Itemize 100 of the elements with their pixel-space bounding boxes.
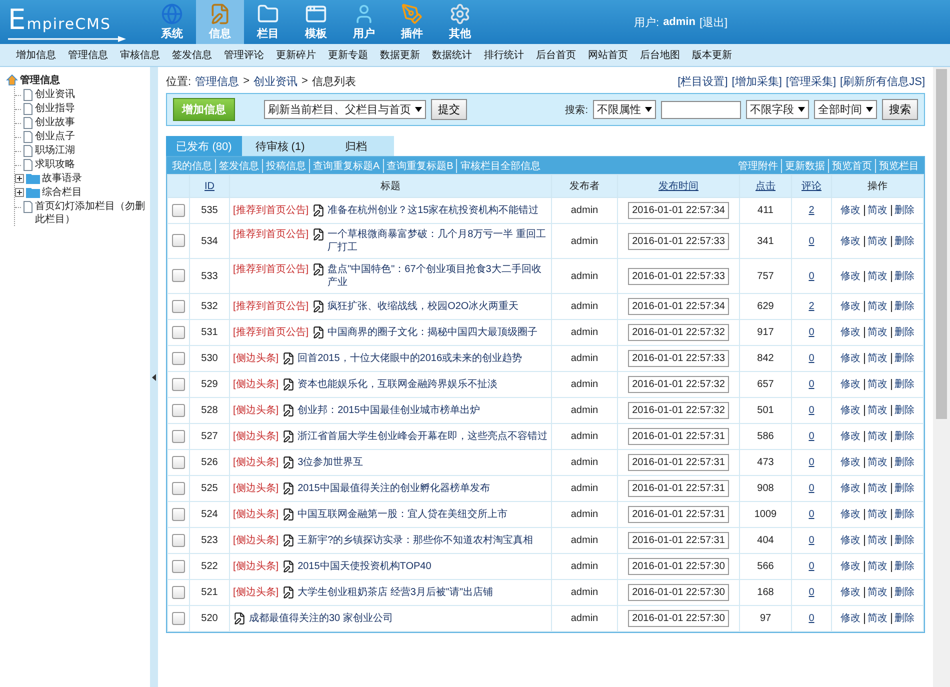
time-field[interactable]: 2016-01-01 22:57:33: [628, 232, 729, 250]
edit-document-icon[interactable]: [282, 352, 295, 365]
comments-link[interactable]: 0: [808, 509, 814, 520]
operation-link[interactable]: 简改: [864, 301, 888, 312]
operation-link[interactable]: 修改: [840, 613, 860, 624]
top-link[interactable]: [增加采集]: [732, 74, 782, 88]
operation-link[interactable]: 修改: [840, 457, 860, 468]
edit-document-icon[interactable]: [233, 612, 246, 625]
time-field[interactable]: 2016-01-01 22:57:34: [628, 202, 729, 219]
sub-menu-item[interactable]: 更新碎片: [270, 48, 322, 62]
breadcrumb-link[interactable]: 创业资讯: [254, 74, 298, 88]
tree-item[interactable]: 创业故事: [35, 116, 75, 129]
comments-link[interactable]: 0: [808, 327, 814, 338]
operation-link[interactable]: 删除: [890, 509, 914, 520]
search-button[interactable]: 搜索: [882, 99, 918, 120]
column-header[interactable]: 发布时间: [658, 181, 698, 192]
title-link[interactable]: 盘点"中国特色"：67个创业项目抢食3大二手回收产业: [328, 263, 548, 289]
time-field[interactable]: 2016-01-01 22:57:33: [628, 268, 729, 284]
top-link[interactable]: [刷新所有信息JS]: [840, 74, 925, 88]
tree-item[interactable]: 首页幻灯添加栏目（勿删此栏目）: [35, 200, 150, 226]
operation-link[interactable]: 简改: [864, 405, 888, 416]
operation-link[interactable]: 删除: [890, 535, 914, 546]
operation-link[interactable]: 简改: [864, 327, 888, 338]
top-link[interactable]: [管理采集]: [786, 74, 836, 88]
time-field[interactable]: 2016-01-01 22:57:31: [628, 428, 729, 445]
edit-document-icon[interactable]: [282, 404, 295, 417]
tree-item[interactable]: 创业指导: [35, 102, 75, 115]
expand-icon[interactable]: [15, 174, 24, 183]
operation-link[interactable]: 删除: [890, 353, 914, 364]
operation-link[interactable]: 简改: [864, 270, 888, 282]
title-link[interactable]: 中国商界的圈子文化：揭秘中国四大最顶级圈子: [328, 326, 548, 339]
row-checkbox[interactable]: [172, 204, 185, 217]
title-link[interactable]: 创业邦：2015中国最佳创业城市榜单出炉: [298, 404, 548, 417]
comments-link[interactable]: 0: [808, 236, 814, 246]
title-link[interactable]: 大学生创业租奶茶店 经营3月后被"请"出店铺: [298, 586, 548, 599]
comments-link[interactable]: 0: [808, 353, 814, 364]
edit-document-icon[interactable]: [312, 204, 325, 217]
tree-item[interactable]: 综合栏目: [42, 186, 82, 199]
operation-link[interactable]: 简改: [864, 561, 888, 572]
tree-item[interactable]: 职场江湖: [35, 144, 75, 157]
edit-document-icon[interactable]: [312, 300, 325, 313]
nav-tab[interactable]: 系统: [148, 0, 196, 44]
comments-link[interactable]: 0: [808, 379, 814, 390]
sub-menu-item[interactable]: 排行统计: [478, 48, 530, 62]
operation-link[interactable]: 简改: [864, 613, 888, 624]
time-select[interactable]: 全部时间: [814, 100, 877, 119]
tree-item[interactable]: 创业资讯: [35, 88, 75, 101]
row-checkbox[interactable]: [172, 430, 185, 443]
row-checkbox[interactable]: [172, 456, 185, 469]
sub-menu-item[interactable]: 更新专题: [322, 48, 374, 62]
nav-tab[interactable]: 插件: [388, 0, 436, 44]
row-checkbox[interactable]: [172, 612, 185, 625]
operation-link[interactable]: 修改: [840, 205, 860, 216]
comments-link[interactable]: 2: [808, 301, 814, 312]
comments-link[interactable]: 0: [808, 483, 814, 494]
title-link[interactable]: 回首2015，十位大佬眼中的2016或未来的创业趋势: [298, 352, 548, 365]
title-link[interactable]: 浙江省首届大学生创业峰会开幕在即，这些亮点不容错过: [298, 430, 548, 443]
title-link[interactable]: 中国互联网金融第一股：宜人贷在美纽交所上市: [298, 508, 548, 521]
time-field[interactable]: 2016-01-01 22:57:30: [628, 558, 729, 575]
sub-menu-item[interactable]: 后台首页: [530, 48, 582, 62]
sub-menu-item[interactable]: 数据统计: [426, 48, 478, 62]
title-link[interactable]: 王新宇?的乡镇探访实录：那些你不知道农村淘宝真相: [298, 534, 548, 547]
refresh-select[interactable]: 刷新当前栏目、父栏目与首页: [264, 100, 426, 119]
row-checkbox[interactable]: [172, 378, 185, 391]
nav-tab[interactable]: 模板: [292, 0, 340, 44]
operation-link[interactable]: 修改: [840, 379, 860, 390]
sub-menu-item[interactable]: 网站首页: [582, 48, 634, 62]
operation-link[interactable]: 删除: [890, 236, 914, 246]
time-field[interactable]: 2016-01-01 22:57:30: [628, 610, 729, 627]
time-field[interactable]: 2016-01-01 22:57:31: [628, 480, 729, 497]
row-checkbox[interactable]: [172, 482, 185, 495]
time-field[interactable]: 2016-01-01 22:57:32: [628, 402, 729, 419]
tree-item[interactable]: 求职攻略: [35, 158, 75, 171]
edit-document-icon[interactable]: [282, 456, 295, 469]
tree-item[interactable]: 故事语录: [42, 172, 82, 185]
comments-link[interactable]: 0: [808, 405, 814, 416]
operation-link[interactable]: 删除: [890, 379, 914, 390]
time-field[interactable]: 2016-01-01 22:57:30: [628, 584, 729, 601]
time-field[interactable]: 2016-01-01 22:57:32: [628, 324, 729, 341]
nav-tab[interactable]: 其他: [436, 0, 484, 44]
edit-document-icon[interactable]: [312, 228, 325, 241]
edit-document-icon[interactable]: [282, 534, 295, 547]
edit-document-icon[interactable]: [282, 508, 295, 521]
operation-link[interactable]: 简改: [864, 236, 888, 246]
collapse-arrow-icon[interactable]: [152, 374, 156, 380]
row-checkbox[interactable]: [172, 586, 185, 599]
sub-menu-item[interactable]: 管理评论: [218, 48, 270, 62]
edit-document-icon[interactable]: [312, 263, 325, 276]
time-field[interactable]: 2016-01-01 22:57:31: [628, 532, 729, 549]
operation-link[interactable]: 删除: [890, 405, 914, 416]
comments-link[interactable]: 0: [808, 535, 814, 546]
search-field[interactable]: [661, 100, 741, 118]
scrollbar[interactable]: [933, 67, 950, 687]
operation-link[interactable]: 修改: [840, 236, 860, 246]
operation-link[interactable]: 简改: [864, 457, 888, 468]
time-field[interactable]: 2016-01-01 22:57:32: [628, 376, 729, 393]
operation-link[interactable]: 简改: [864, 205, 888, 216]
nav-tab[interactable]: 用户: [340, 0, 388, 44]
comments-link[interactable]: 0: [808, 561, 814, 572]
operation-link[interactable]: 修改: [840, 587, 860, 598]
